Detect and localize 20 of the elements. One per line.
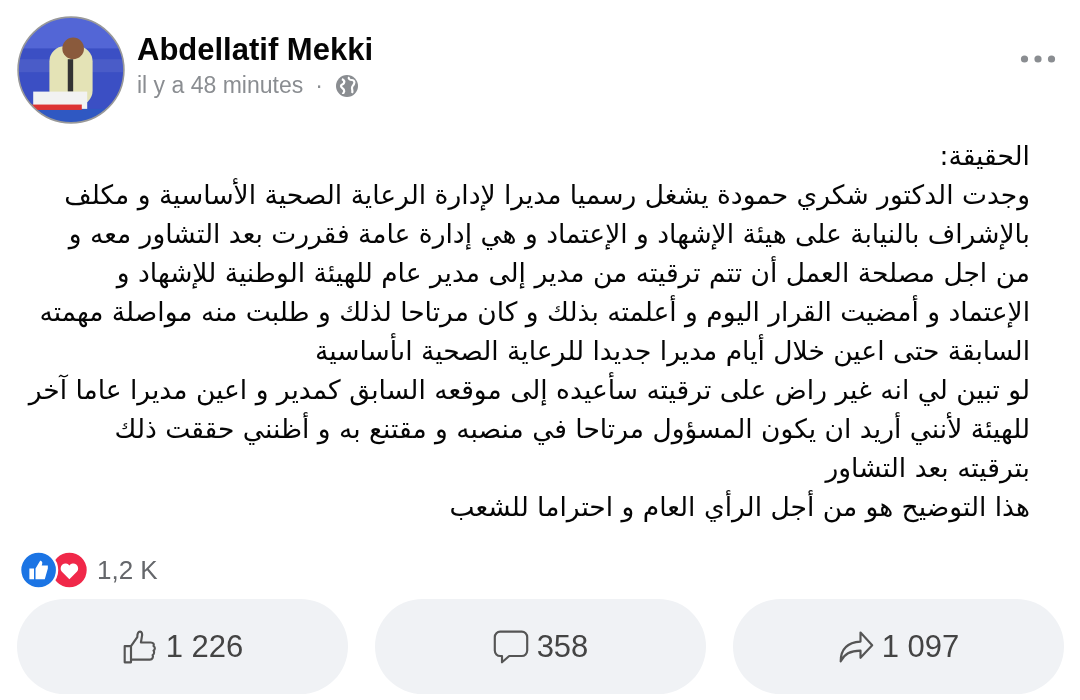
post-text-line: لو تبين لي انه غير راض على ترقيته سأعيده إلى موقعه السابق كمدير و اعين مديرا عاما آخر xyxy=(28,371,1030,408)
separator: · xyxy=(315,72,323,99)
post-text-line: من اجل مصلحة العمل أن تتم ترقيته من مدير إلى مدير عام للهيئة الوطنية للإشهاد و xyxy=(116,255,1030,291)
more-options-icon[interactable] xyxy=(1020,54,1056,64)
post-text-line: للهيئة لأنني أريد ان يكون المسؤول مرتاحا في منصبه و مقتنع به و أظنني حققت ذلك xyxy=(114,411,1030,447)
post-text-line: بالإشراف بالنيابة على هيئة الإشهاد و الإعتماد و هي إدارة عامة فقررت بعد التشاور معه و xyxy=(68,217,1030,252)
speech-bubble-icon xyxy=(492,628,529,665)
comment-button[interactable]: 358 xyxy=(375,599,706,694)
post-text-line: الحقيقة: xyxy=(939,139,1030,173)
like-button[interactable]: 1 226 xyxy=(17,599,348,694)
post-text-line: وجدت الدكتور شكري حمودة يشغل رسميا مديرا لإدارة الرعاية الصحية الأساسية و مكلف xyxy=(64,177,1030,213)
post-text-line: هذا التوضيح هو من أجل الرأي العام و احتراما للشعب xyxy=(449,489,1030,525)
thumbs-up-icon xyxy=(121,628,158,665)
post-text-line: الإعتماد و أمضيت القرار اليوم و أعلمته بذلك و كان مرتاحا لذلك و طلبت منه مواصلة مهمته xyxy=(39,294,1030,330)
share-button[interactable]: 1 097 xyxy=(733,599,1064,694)
post-text-line: السابقة حتى اعين خلال أيام مديرا جديدا للرعاية الصحية اىأساسية xyxy=(315,332,1030,369)
globe-icon xyxy=(334,73,359,98)
reaction-count[interactable]: 1,2 K xyxy=(97,554,158,586)
post-text-line: بترقيته بعد التشاور xyxy=(825,451,1030,486)
author-name[interactable]: Abdellatif Mekki xyxy=(137,32,373,68)
